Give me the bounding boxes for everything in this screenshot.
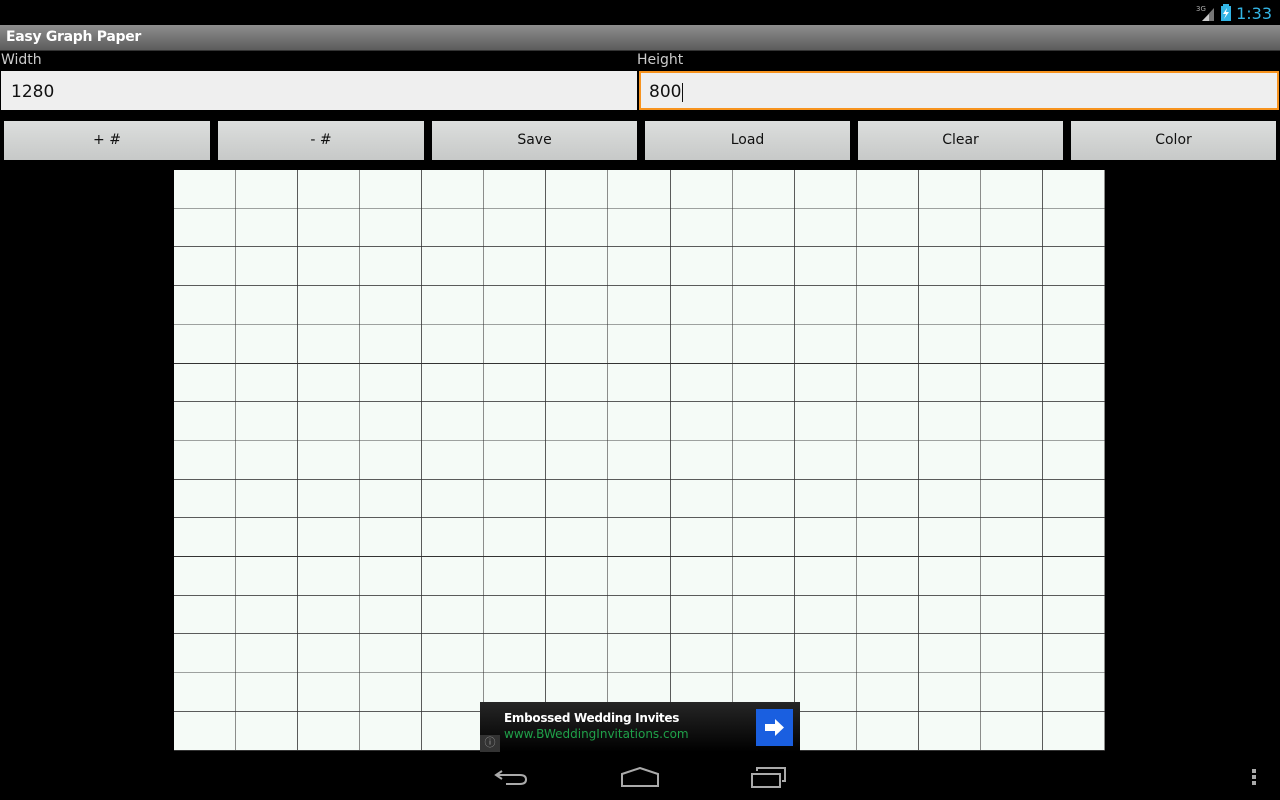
grid-line-horizontal xyxy=(174,363,1105,364)
grid-line-horizontal xyxy=(174,285,1105,286)
grid-line-vertical xyxy=(545,170,546,751)
ad-info-icon[interactable]: ⓘ xyxy=(480,735,500,752)
grid-line-vertical xyxy=(607,170,608,751)
status-indicators: 3G 1:33 xyxy=(1196,2,1272,24)
grid-line-vertical xyxy=(980,170,981,751)
ad-banner[interactable]: Embossed Wedding Invites www.BWeddingInv… xyxy=(480,702,800,752)
grid-line-horizontal xyxy=(174,517,1105,518)
action-bar: Easy Graph Paper xyxy=(0,25,1280,51)
width-label: Width xyxy=(1,52,42,68)
add-grid-button[interactable]: + # xyxy=(4,121,210,160)
grid-line-horizontal xyxy=(174,479,1105,480)
grid-line-horizontal xyxy=(174,556,1105,557)
grid-line-vertical xyxy=(856,170,857,751)
ad-go-button[interactable] xyxy=(756,709,793,746)
ad-title[interactable]: Embossed Wedding Invites xyxy=(504,711,679,725)
arrow-right-icon xyxy=(765,719,784,736)
color-button[interactable]: Color xyxy=(1071,121,1276,160)
height-input[interactable]: 800 xyxy=(639,71,1279,110)
back-button[interactable] xyxy=(482,760,542,794)
grid-line-vertical xyxy=(297,170,298,751)
grid-line-vertical xyxy=(235,170,236,751)
grid-line-vertical xyxy=(1042,170,1043,751)
width-input[interactable]: 1280 xyxy=(1,71,637,110)
system-nav-bar xyxy=(0,752,1280,800)
grid-line-horizontal xyxy=(174,324,1105,325)
grid-line-horizontal xyxy=(174,246,1105,247)
text-cursor xyxy=(682,82,684,102)
home-icon xyxy=(621,767,659,787)
grid-line-horizontal xyxy=(174,440,1105,441)
ad-url[interactable]: www.BWeddingInvitations.com xyxy=(504,727,689,741)
recents-icon xyxy=(751,767,786,788)
remove-grid-button[interactable]: - # xyxy=(218,121,424,160)
grid-line-horizontal xyxy=(174,595,1105,596)
load-button[interactable]: Load xyxy=(645,121,850,160)
grid-line-vertical xyxy=(918,170,919,751)
save-button[interactable]: Save xyxy=(432,121,637,160)
status-bar: 3G 1:33 xyxy=(0,0,1280,25)
height-label: Height xyxy=(637,52,684,68)
grid-line-horizontal xyxy=(174,401,1105,402)
clock: 1:33 xyxy=(1236,3,1272,23)
signal-3g-icon: 3G xyxy=(1196,5,1215,21)
grid-line-vertical xyxy=(670,170,671,751)
grid-line-vertical xyxy=(359,170,360,751)
graph-paper-canvas[interactable] xyxy=(174,170,1105,751)
grid-line-horizontal xyxy=(174,208,1105,209)
grid-line-horizontal xyxy=(174,672,1105,673)
grid-line-horizontal xyxy=(174,633,1105,634)
height-value: 800 xyxy=(649,82,682,102)
grid-line-vertical xyxy=(421,170,422,751)
overflow-menu-button[interactable] xyxy=(1224,760,1280,794)
width-value: 1280 xyxy=(11,82,55,102)
grid-line-vertical xyxy=(794,170,795,751)
clear-button[interactable]: Clear xyxy=(858,121,1063,160)
grid-line-vertical xyxy=(1104,170,1105,751)
network-type: 3G xyxy=(1196,5,1206,13)
recents-button[interactable] xyxy=(739,760,799,794)
battery-charging-icon xyxy=(1221,4,1232,21)
app-title: Easy Graph Paper xyxy=(6,29,142,45)
home-button[interactable] xyxy=(610,760,670,794)
grid-line-vertical xyxy=(483,170,484,751)
back-icon xyxy=(494,770,528,785)
overflow-menu-icon xyxy=(1252,769,1256,785)
grid-line-vertical xyxy=(732,170,733,751)
